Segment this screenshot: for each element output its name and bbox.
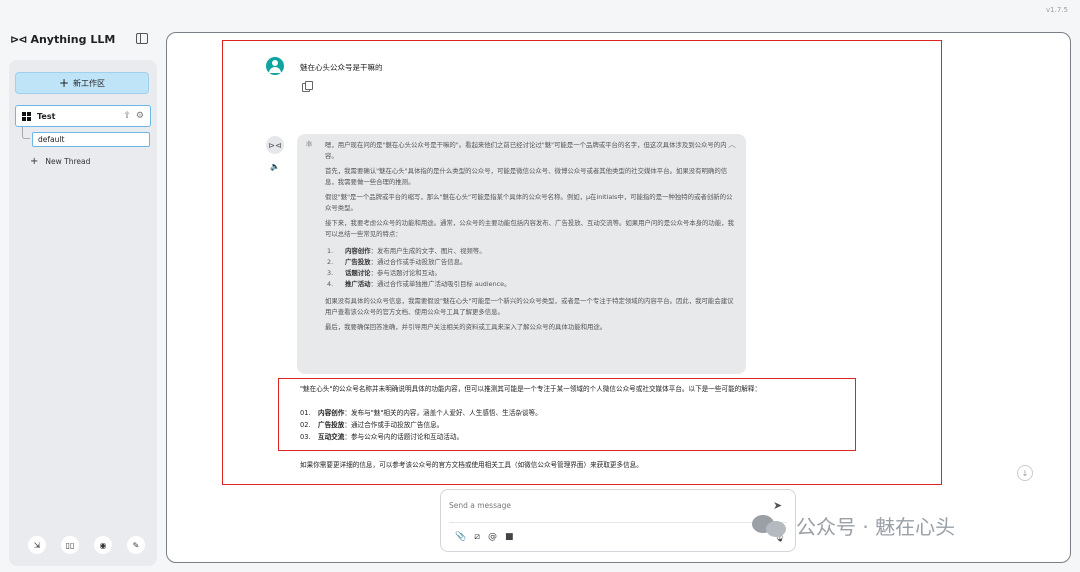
message-input[interactable] xyxy=(449,498,749,512)
sidebar-toggle-icon[interactable] xyxy=(136,33,148,44)
slash-command-icon[interactable]: ⧄ xyxy=(474,532,480,542)
docs-icon[interactable]: ▯▯ xyxy=(61,536,79,554)
sidebar-footer: ⇲ ▯▯ ◉ ✎ xyxy=(28,536,145,554)
attachment-icon[interactable]: 📎 xyxy=(455,532,466,542)
settings-icon[interactable]: ✎ xyxy=(127,536,145,554)
upload-icon[interactable]: ⇧ xyxy=(123,111,131,121)
app-logo: ⊳⊲ Anything LLM xyxy=(10,33,115,46)
logo-icon: ⊳⊲ xyxy=(10,33,27,46)
watermark-text: 公众号 · 魅在心头 xyxy=(796,515,956,539)
text-size-icon[interactable]: ■ xyxy=(505,532,514,542)
wechat-icon xyxy=(752,513,788,539)
workspace-name: Test xyxy=(37,111,56,121)
new-workspace-label: 新工作区 xyxy=(73,78,106,88)
sidebar: ⊳⊲ Anything LLM + 新工作区 Test ⇧ ⚙ default … xyxy=(0,0,165,572)
divider xyxy=(449,522,787,523)
version-label: v1.7.5 xyxy=(1046,6,1068,14)
composer-tools: 📎 ⧄ @ ■ xyxy=(455,532,513,542)
thread-connector xyxy=(22,127,30,139)
highlight-box-inner xyxy=(278,378,856,451)
scroll-down-icon[interactable]: ↓ xyxy=(1017,465,1033,481)
app-title: Anything LLM xyxy=(30,33,116,46)
message-composer: ➤ 📎 ⧄ @ ■ 🎙 xyxy=(440,489,796,552)
community-hub-icon[interactable]: ⇲ xyxy=(28,536,46,554)
thread-item-default[interactable]: default xyxy=(32,132,150,147)
github-icon[interactable]: ◉ xyxy=(94,536,112,554)
plus-icon: + xyxy=(30,156,39,167)
plus-icon: + xyxy=(58,76,70,90)
at-mention-icon[interactable]: @ xyxy=(488,532,497,542)
new-thread-label: New Thread xyxy=(45,157,91,166)
watermark: 公众号 · 魅在心头 xyxy=(752,511,955,540)
new-workspace-button[interactable]: + 新工作区 xyxy=(15,72,149,94)
workspace-item-test[interactable]: Test ⇧ ⚙ xyxy=(15,105,151,127)
workspace-grid-icon xyxy=(22,111,31,121)
new-thread-button[interactable]: + New Thread xyxy=(30,156,90,167)
gear-icon[interactable]: ⚙ xyxy=(136,111,144,121)
